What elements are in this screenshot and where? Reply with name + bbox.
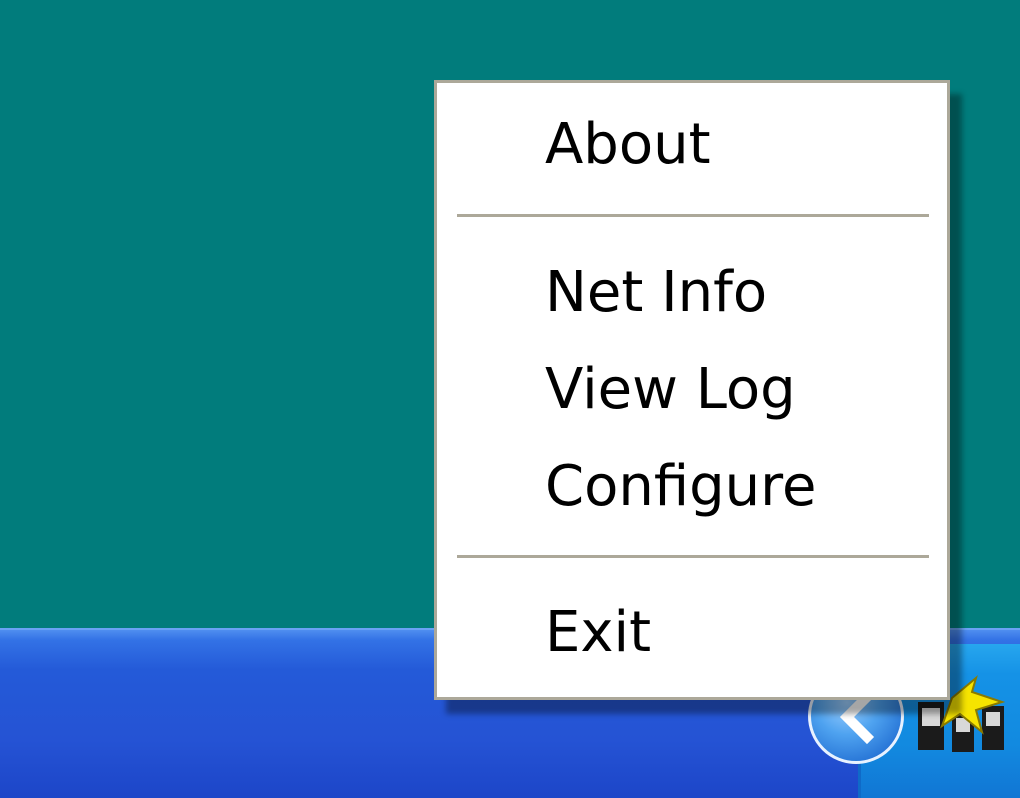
menu-item-configure[interactable]: Configure <box>437 447 947 527</box>
menu-item-exit[interactable]: Exit <box>437 593 947 673</box>
menu-item-view-log[interactable]: View Log <box>437 350 947 430</box>
tray-context-menu: About Net Info View Log Configure Exit <box>434 80 950 700</box>
menu-item-about[interactable]: About <box>437 105 947 185</box>
menu-separator <box>457 555 929 559</box>
menu-separator <box>457 214 929 218</box>
menu-item-net-info[interactable]: Net Info <box>437 253 947 333</box>
